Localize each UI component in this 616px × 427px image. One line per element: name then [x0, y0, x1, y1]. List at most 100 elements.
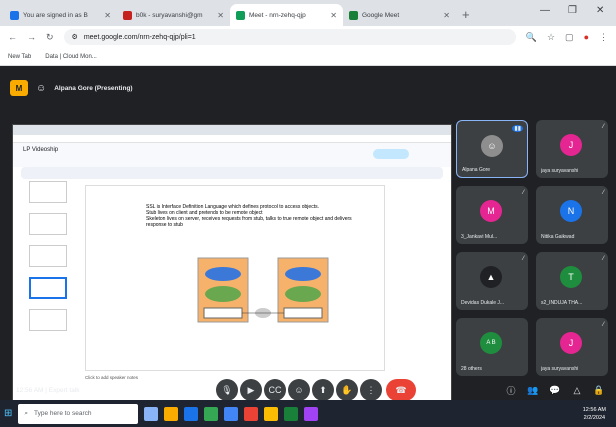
bookmark-star-icon[interactable]: ☆: [547, 32, 555, 43]
minimize-icon[interactable]: —: [540, 5, 550, 16]
zoom-icon[interactable]: 🔍: [526, 32, 537, 43]
avatar: ▲: [480, 266, 502, 288]
mic-off-icon: ⁄: [522, 256, 524, 262]
clock-time: 12:56 AM: [582, 406, 606, 413]
bookmark-item[interactable]: New Tab: [8, 54, 31, 60]
participant-name: Nitika Gaikwad: [541, 234, 575, 240]
more-options-button[interactable]: ⋮: [360, 379, 382, 401]
mic-off-icon: ⁄: [602, 190, 604, 196]
tab-favicon: [236, 10, 245, 20]
forward-icon[interactable]: →: [27, 32, 36, 42]
shared-doc-title: LP Videoship: [23, 147, 59, 153]
windows-start-icon[interactable]: ⊞: [4, 408, 12, 419]
new-tab-button[interactable]: +: [462, 7, 470, 22]
profile-icon[interactable]: ●: [584, 32, 589, 42]
app-icon[interactable]: [304, 406, 319, 421]
tab-favicon: [123, 10, 132, 20]
browser-tab-4[interactable]: Google Meet ✕: [343, 4, 456, 26]
taskbar-search[interactable]: ⌕ Type here to search: [18, 403, 139, 424]
participant-tile[interactable]: ⁄ T s2_INDUJA THA...: [536, 252, 608, 310]
back-icon[interactable]: ←: [8, 32, 17, 42]
browser-tab-2[interactable]: b0k - suryavanshi@gm ✕: [117, 4, 230, 26]
captions-button[interactable]: CC: [264, 379, 286, 401]
tab-title: b0k - suryavanshi@gm: [136, 11, 203, 19]
participant-tile[interactable]: ⁄ ▲ Devidas Dukale J...: [456, 252, 528, 310]
participant-tile[interactable]: ⁄ J jaya suryavanshi: [536, 318, 608, 376]
app-icon[interactable]: [244, 406, 259, 421]
avatar-group: A B: [480, 332, 502, 354]
avatar: J: [560, 134, 582, 156]
participant-tile-others[interactable]: A B 28 others: [456, 318, 528, 376]
tab-title: Google Meet: [362, 11, 400, 19]
meet-stage: M ☺ Alpana Gore (Presenting) LP Videoshi…: [0, 66, 616, 420]
extensions-icon[interactable]: ▢: [565, 32, 574, 43]
close-icon[interactable]: ✕: [217, 11, 224, 20]
shared-screen[interactable]: LP Videoship SSL is Interface Definition…: [12, 124, 452, 420]
menu-icon[interactable]: ⋮: [599, 32, 608, 43]
mic-off-icon: ⁄: [602, 124, 604, 130]
participant-name: s2_INDUJA THA...: [541, 300, 583, 306]
edge-icon[interactable]: [184, 406, 199, 421]
avatar: T: [560, 266, 582, 288]
chrome-icon[interactable]: [204, 406, 219, 421]
tab-title: Meet - nrn-zehq-qjp: [249, 11, 306, 19]
participant-tile[interactable]: ⁄ M 3_Jankavi Mul...: [456, 186, 528, 244]
participant-name: jaya suryavanshi: [541, 168, 579, 174]
host-controls-icon[interactable]: 🔒: [588, 379, 610, 401]
window-close-icon[interactable]: ✕: [596, 5, 604, 16]
slide-thumbnail: [29, 309, 67, 331]
participant-tile[interactable]: ⁄ N Nitika Gaikwad: [536, 186, 608, 244]
tab-favicon: [10, 10, 19, 20]
system-clock[interactable]: 12:56 AM 2/2/2024: [583, 406, 606, 422]
activities-icon[interactable]: △: [566, 379, 588, 401]
shared-menu-bar: LP Videoship: [13, 143, 451, 167]
browser-tab-1[interactable]: You are signed in as B ✕: [4, 4, 117, 26]
share-button: [373, 149, 409, 159]
bookmark-item[interactable]: Data | Cloud Mon...: [45, 54, 97, 60]
mail-icon[interactable]: [224, 406, 239, 421]
mic-off-icon: ⁄: [602, 256, 604, 262]
app-icon[interactable]: [284, 406, 299, 421]
speaking-icon: ▮▮: [512, 125, 523, 132]
browser-tab-bar: You are signed in as B ✕ b0k - suryavans…: [0, 0, 616, 26]
meet-logo: M: [10, 80, 28, 96]
bookmarks-bar: New Tab Data | Cloud Mon...: [0, 48, 616, 66]
maximize-icon[interactable]: ❐: [568, 5, 577, 16]
windows-taskbar: ⊞ ⌕ Type here to search 12:56 AM 2/2/202…: [0, 400, 616, 427]
present-button[interactable]: ⬆: [312, 379, 334, 401]
info-icon[interactable]: ⓘ: [500, 379, 522, 401]
explorer-icon[interactable]: [164, 406, 179, 421]
mic-button[interactable]: 🎙: [216, 379, 238, 401]
avatar: J: [560, 332, 582, 354]
close-icon[interactable]: ✕: [104, 11, 111, 20]
camera-button[interactable]: ▶: [240, 379, 262, 401]
leave-call-button[interactable]: ☎: [386, 379, 416, 401]
emoji-button[interactable]: ☺: [288, 379, 310, 401]
participant-name: 28 others: [461, 366, 482, 372]
avatar: ☺: [481, 135, 503, 157]
omnibox[interactable]: ⚙ meet.google.com/nrn-zehq-qjp/pli=1: [63, 29, 516, 45]
participant-name: Alpana Gore: [462, 167, 491, 173]
participant-name: jaya suryavanshi: [541, 366, 579, 372]
task-view-icon[interactable]: [144, 406, 159, 421]
close-icon[interactable]: ✕: [330, 11, 337, 20]
site-info-icon[interactable]: ⚙: [72, 33, 78, 41]
address-bar-row: ← → ↻ ⚙ meet.google.com/nrn-zehq-qjp/pli…: [0, 26, 616, 48]
reload-icon[interactable]: ↻: [46, 32, 54, 43]
participant-name: Devidas Dukale J...: [461, 300, 505, 306]
people-icon[interactable]: 👥: [522, 379, 544, 401]
chat-icon[interactable]: 💬: [544, 379, 566, 401]
slide-thumbnail: [29, 213, 67, 235]
app-icon[interactable]: [264, 406, 279, 421]
raise-hand-button[interactable]: ✋: [336, 379, 358, 401]
participant-tile[interactable]: ▮▮ ☺ Alpana Gore: [456, 120, 528, 178]
presenter-header: M ☺ Alpana Gore (Presenting): [10, 80, 133, 96]
slide-thumbnail-selected: [29, 277, 67, 299]
participant-tile[interactable]: ⁄ J jaya suryavanshi: [536, 120, 608, 178]
slide-thumbnail: [29, 245, 67, 267]
browser-tab-3[interactable]: Meet - nrn-zehq-qjp ✕: [230, 4, 343, 26]
tab-favicon: [349, 10, 358, 20]
presenter-label: Alpana Gore (Presenting): [54, 84, 133, 92]
close-icon[interactable]: ✕: [443, 11, 450, 20]
clock-date: 2/2/2024: [583, 414, 606, 421]
